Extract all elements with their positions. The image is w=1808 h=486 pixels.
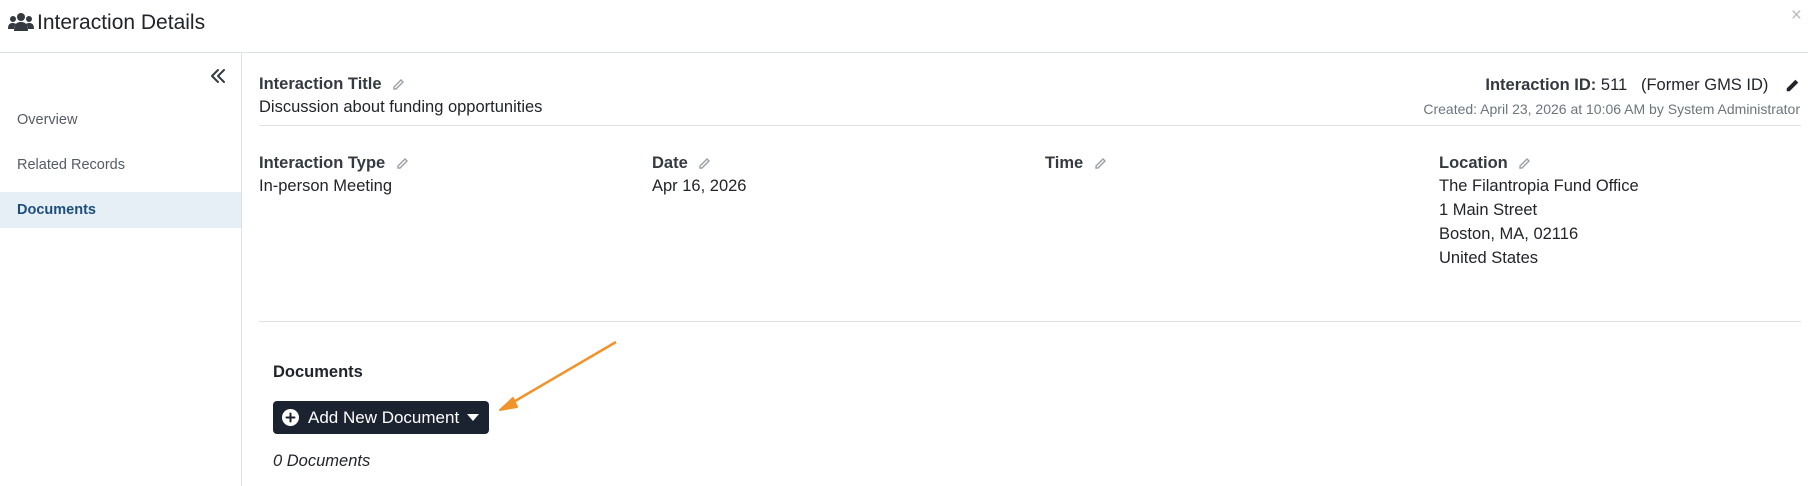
date-value: Apr 16, 2026 xyxy=(652,177,747,195)
sidebar-item-documents[interactable]: Documents xyxy=(0,192,241,228)
interaction-id-label: Interaction ID: xyxy=(1485,76,1597,94)
pencil-icon[interactable] xyxy=(1785,78,1800,93)
time-label: Time xyxy=(1045,154,1084,172)
plus-circle-icon xyxy=(282,409,299,426)
interaction-type-label: Interaction Type xyxy=(259,154,386,172)
documents-heading: Documents xyxy=(273,363,363,381)
divider xyxy=(259,125,1801,126)
main-content: Interaction Title Discussion about fundi… xyxy=(242,53,1808,486)
modal-title: Interaction Details xyxy=(37,11,206,34)
close-button[interactable]: × xyxy=(1791,6,1802,26)
pencil-icon[interactable] xyxy=(1094,157,1107,170)
interaction-type-label-wrap: Interaction Type xyxy=(259,153,409,173)
add-new-document-label: Add New Document xyxy=(308,408,460,427)
users-icon xyxy=(8,13,34,31)
interaction-details-modal: Interaction Details × Overview Related R… xyxy=(0,0,1808,486)
add-new-document-button[interactable]: Add New Document xyxy=(273,401,489,434)
location-line-4: United States xyxy=(1439,249,1539,267)
interaction-title-value: Discussion about funding opportunities xyxy=(259,98,543,116)
caret-down-icon xyxy=(467,414,479,421)
interaction-title-label: Interaction Title xyxy=(259,75,382,93)
documents-count: 0 Documents xyxy=(273,452,371,470)
interaction-title-label-wrap: Interaction Title xyxy=(259,74,405,94)
chevron-double-left-icon[interactable] xyxy=(209,67,227,85)
pencil-icon[interactable] xyxy=(1518,157,1531,170)
created-info: Created: April 23, 2026 at 10:06 AM by S… xyxy=(1423,101,1800,117)
interaction-id-line: Interaction ID: 511 (Former GMS ID) xyxy=(1485,74,1800,96)
location-line-1: The Filantropia Fund Office xyxy=(1439,177,1639,195)
interaction-id-value: 511 xyxy=(1600,76,1628,94)
location-line-3: Boston, MA, 02116 xyxy=(1439,225,1579,243)
date-label: Date xyxy=(652,154,688,172)
location-line-2: 1 Main Street xyxy=(1439,201,1538,219)
location-label-wrap: Location xyxy=(1439,153,1531,173)
sidebar-item-related-records[interactable]: Related Records xyxy=(0,147,241,183)
interaction-type-value: In-person Meeting xyxy=(259,177,392,195)
pencil-icon[interactable] xyxy=(698,157,711,170)
location-label: Location xyxy=(1439,154,1508,172)
time-label-wrap: Time xyxy=(1045,153,1107,173)
date-label-wrap: Date xyxy=(652,153,711,173)
sidebar-item-overview[interactable]: Overview xyxy=(0,102,241,138)
pencil-icon[interactable] xyxy=(396,157,409,170)
divider xyxy=(259,321,1801,322)
sidebar: Overview Related Records Documents xyxy=(0,53,242,486)
pencil-icon[interactable] xyxy=(392,78,405,91)
modal-header: Interaction Details × xyxy=(0,0,1808,53)
former-gms-id: (Former GMS ID) xyxy=(1640,76,1769,94)
